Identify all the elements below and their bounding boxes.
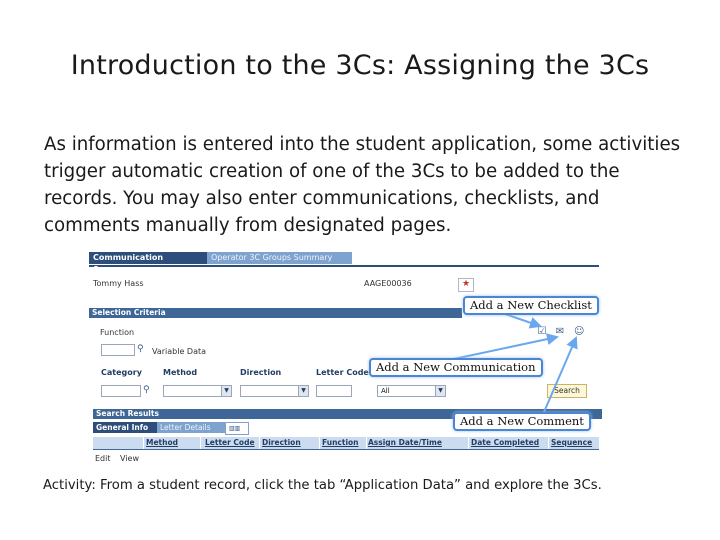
- add-new-communication-callout: Add a New Communication: [369, 358, 543, 377]
- add-new-comment-callout: Add a New Comment: [453, 412, 591, 431]
- communication-arrow: [448, 333, 559, 361]
- slide-body-text: As information is entered into the stude…: [44, 134, 681, 236]
- comment-arrow: [543, 336, 578, 413]
- activity-caption: Activity: From a student record, click t…: [43, 478, 602, 493]
- slide-title: Introduction to the 3Cs: Assigning the 3…: [70, 50, 650, 81]
- add-new-checklist-callout: Add a New Checklist: [463, 296, 599, 315]
- communication-summary-screenshot: Communication Summary Operator 3C Groups…: [89, 252, 602, 469]
